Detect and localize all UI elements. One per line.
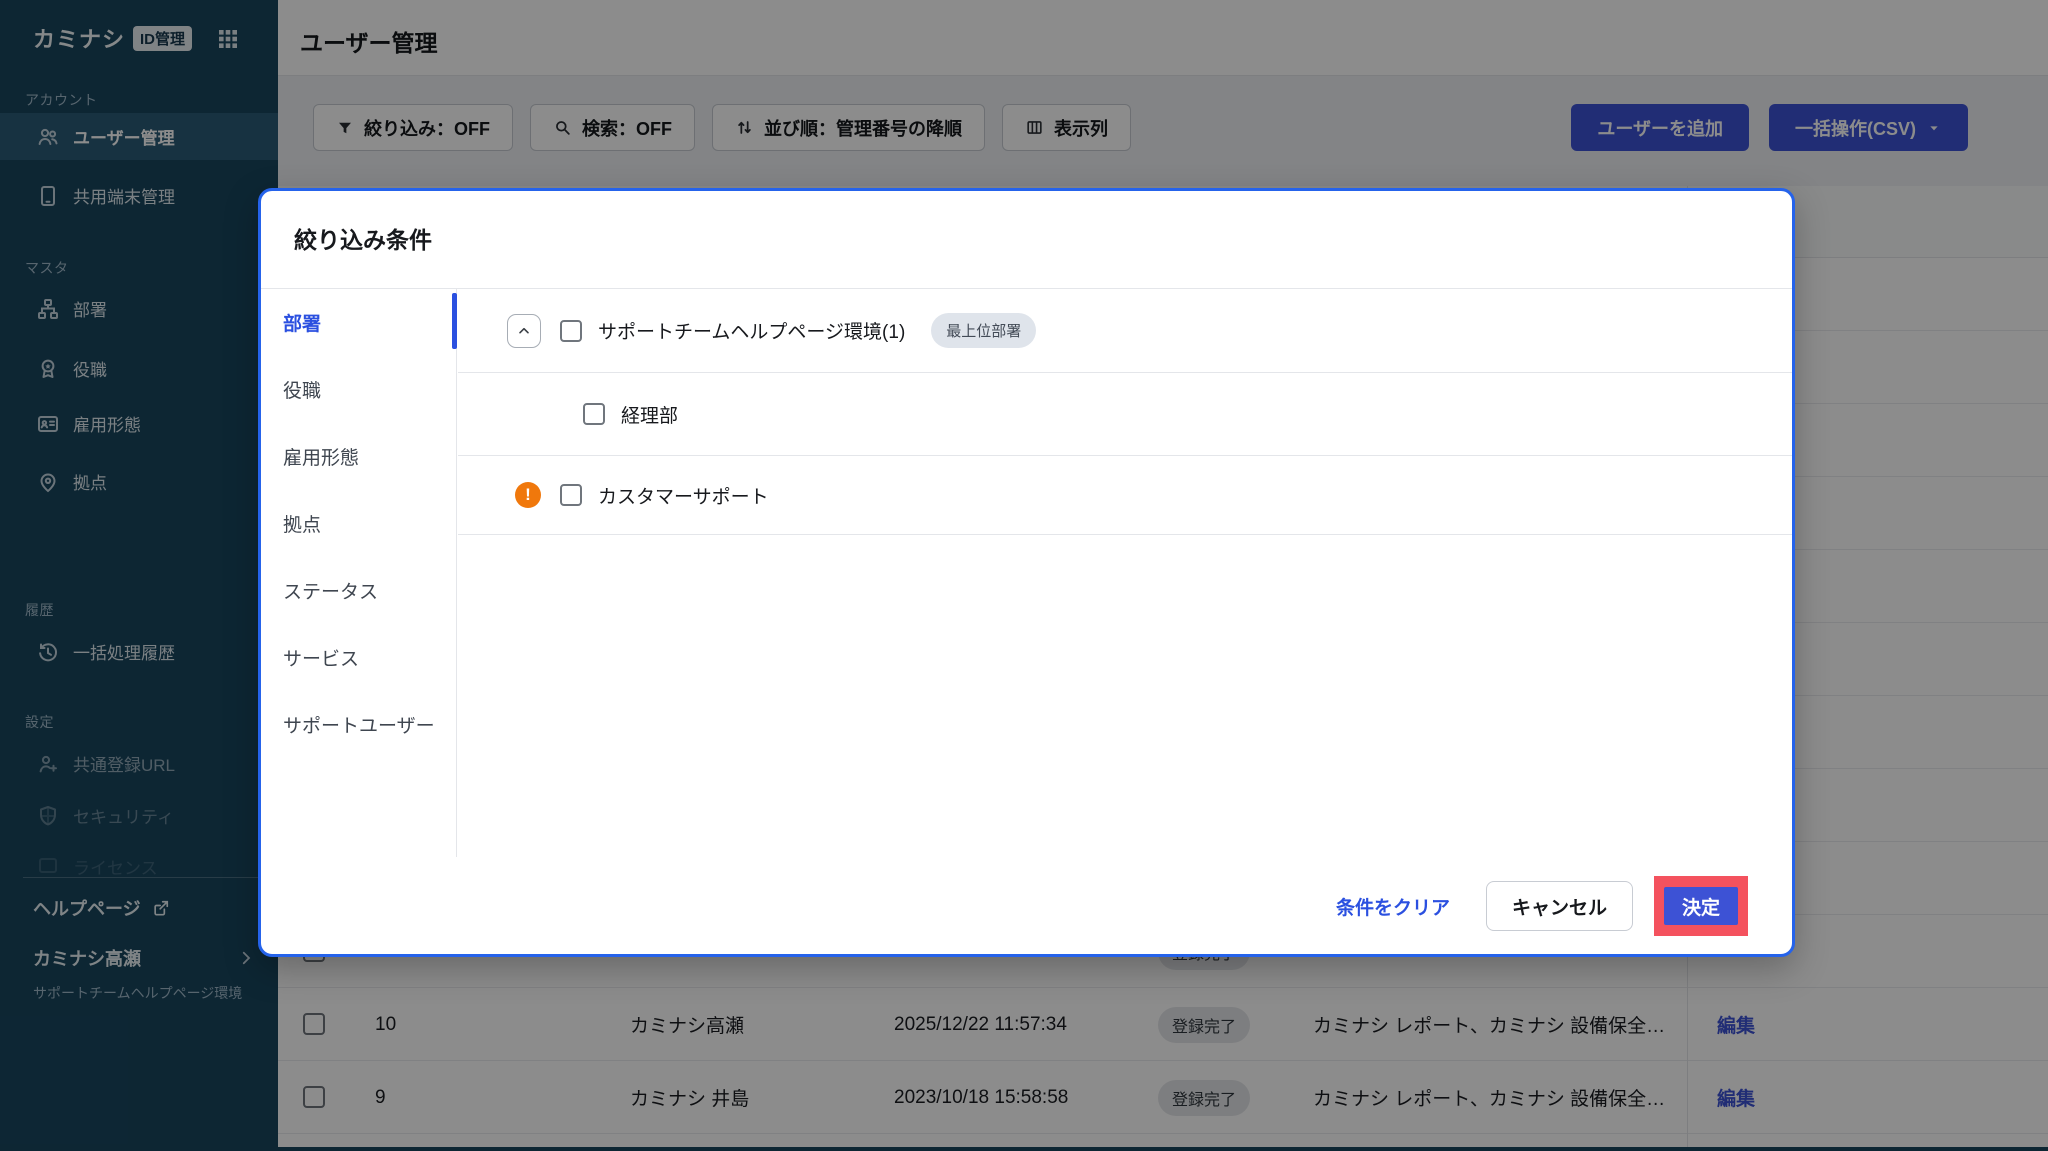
submit-button[interactable]: 決定 [1664,887,1738,925]
top-level-department-badge: 最上位部署 [931,313,1036,348]
filter-tab-rail: 部署 役職 雇用形態 拠点 ステータス サービス サポートユーザー [261,289,457,857]
tab-service[interactable]: サービス [261,624,456,691]
tree-checkbox[interactable] [583,403,605,425]
department-tree: サポートチームヘルプページ環境(1) 最上位部署 経理部 ! カスタマーサポート [458,289,1792,535]
tree-label: サポートチームヘルプページ環境(1) [598,317,905,344]
tree-label: 経理部 [621,401,678,428]
tab-role[interactable]: 役職 [261,356,456,423]
clear-conditions-link[interactable]: 条件をクリア [1336,893,1450,920]
modal-footer: 条件をクリア キャンセル 決定 [1336,876,1748,936]
tree-checkbox[interactable] [560,484,582,506]
tree-row: 経理部 [458,373,1792,456]
cancel-button[interactable]: キャンセル [1486,881,1633,931]
tab-department[interactable]: 部署 [261,289,456,356]
tree-row: サポートチームヘルプページ環境(1) 最上位部署 [458,289,1792,373]
modal-title: 絞り込み条件 [294,221,432,255]
tab-location[interactable]: 拠点 [261,490,456,557]
tree-checkbox[interactable] [560,320,582,342]
submit-highlight-frame: 決定 [1654,876,1748,936]
tab-status[interactable]: ステータス [261,557,456,624]
chevron-up-icon [516,323,532,339]
filter-conditions-modal: 絞り込み条件 部署 役職 雇用形態 拠点 ステータス サービス サポートユーザー… [258,188,1795,957]
tree-row: ! カスタマーサポート [458,456,1792,535]
tab-support-user[interactable]: サポートユーザー [261,691,456,758]
tab-employment-type[interactable]: 雇用形態 [261,423,456,490]
collapse-button[interactable] [507,314,541,348]
selected-tab-indicator [452,293,457,349]
warning-icon: ! [515,482,541,508]
tree-label: カスタマーサポート [598,482,769,509]
